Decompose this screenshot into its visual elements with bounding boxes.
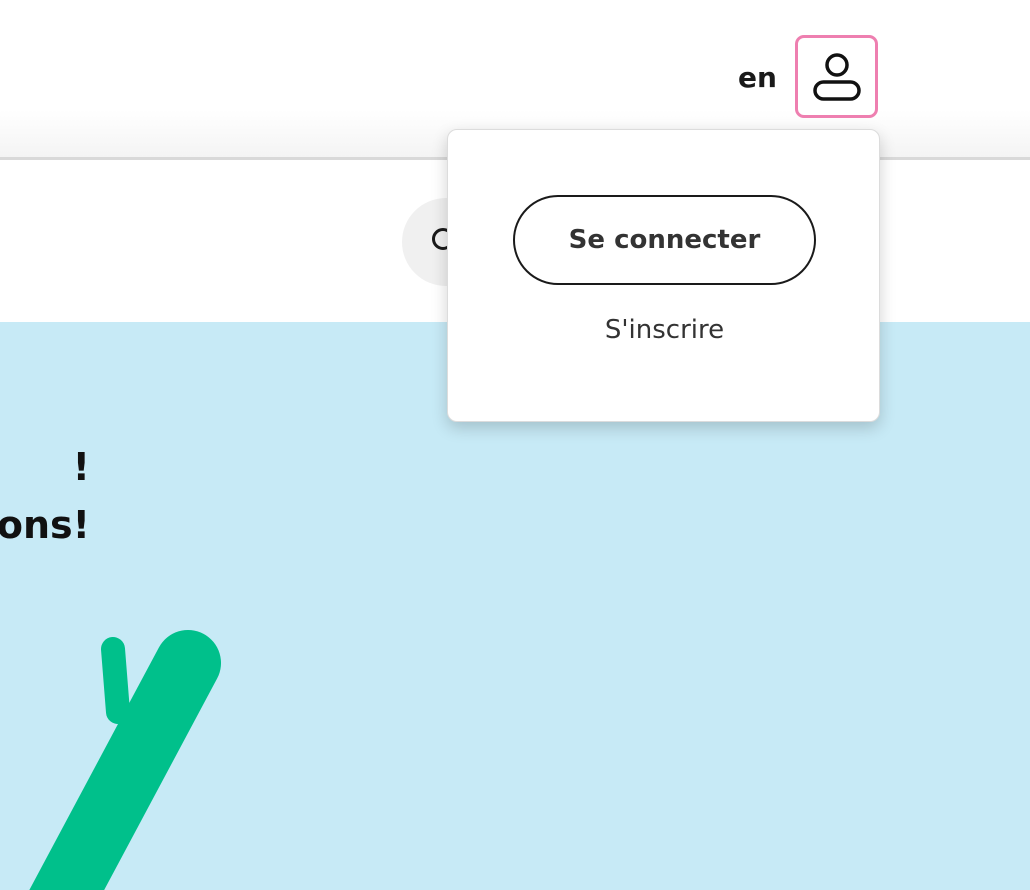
login-button[interactable]: Se connecter bbox=[513, 195, 816, 285]
user-icon bbox=[812, 52, 861, 101]
illustration-stem-thin bbox=[101, 637, 130, 724]
signup-link[interactable]: S'inscrire bbox=[448, 310, 881, 350]
page: en ! ons! Se connecter S'inscrire bbox=[0, 0, 1030, 890]
account-dropdown-menu: Se connecter S'inscrire bbox=[447, 129, 880, 422]
account-button[interactable] bbox=[795, 35, 878, 118]
language-switcher[interactable]: en bbox=[738, 58, 777, 98]
